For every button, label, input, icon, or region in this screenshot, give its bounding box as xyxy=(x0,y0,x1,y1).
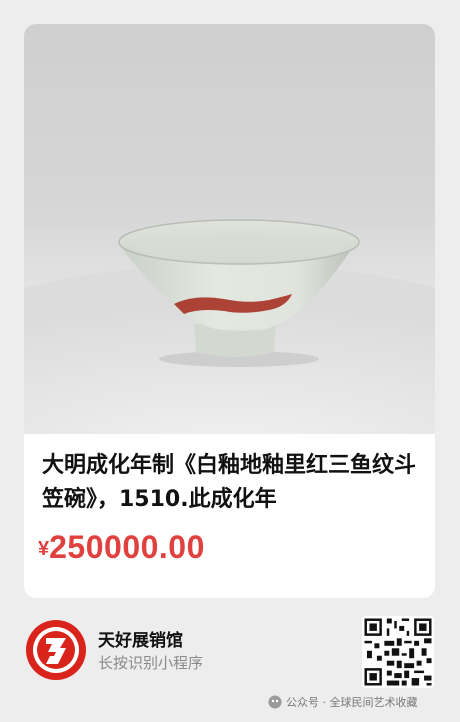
price-value: 250000.00 xyxy=(49,529,205,565)
shop-name: 天好展销馆 xyxy=(98,631,183,651)
product-title[interactable]: 大明成化年制《白釉地釉里红三鱼纹斗笠碗》，1510.此成化年 xyxy=(42,449,420,517)
product-card[interactable]: 大明成化年制《白釉地釉里红三鱼纹斗笠碗》，1510.此成化年 ¥250000.0… xyxy=(24,24,435,598)
qr-code-icon[interactable] xyxy=(362,616,434,688)
product-price: ¥250000.00 xyxy=(38,529,205,566)
mini-program-footer[interactable]: 天好展销馆 长按识别小程序 公众号 · 全球民间艺术收藏 xyxy=(0,598,460,722)
watermark-text: 公众号 · 全球民间艺术收藏 xyxy=(286,696,418,709)
wechat-official-account-icon xyxy=(268,695,282,709)
shop-subtitle: 长按识别小程序 xyxy=(98,654,204,672)
product-photo xyxy=(24,24,435,434)
currency-symbol: ¥ xyxy=(38,538,50,560)
watermark: 公众号 · 全球民间艺术收藏 xyxy=(268,694,418,710)
shop-logo-icon xyxy=(26,620,86,680)
